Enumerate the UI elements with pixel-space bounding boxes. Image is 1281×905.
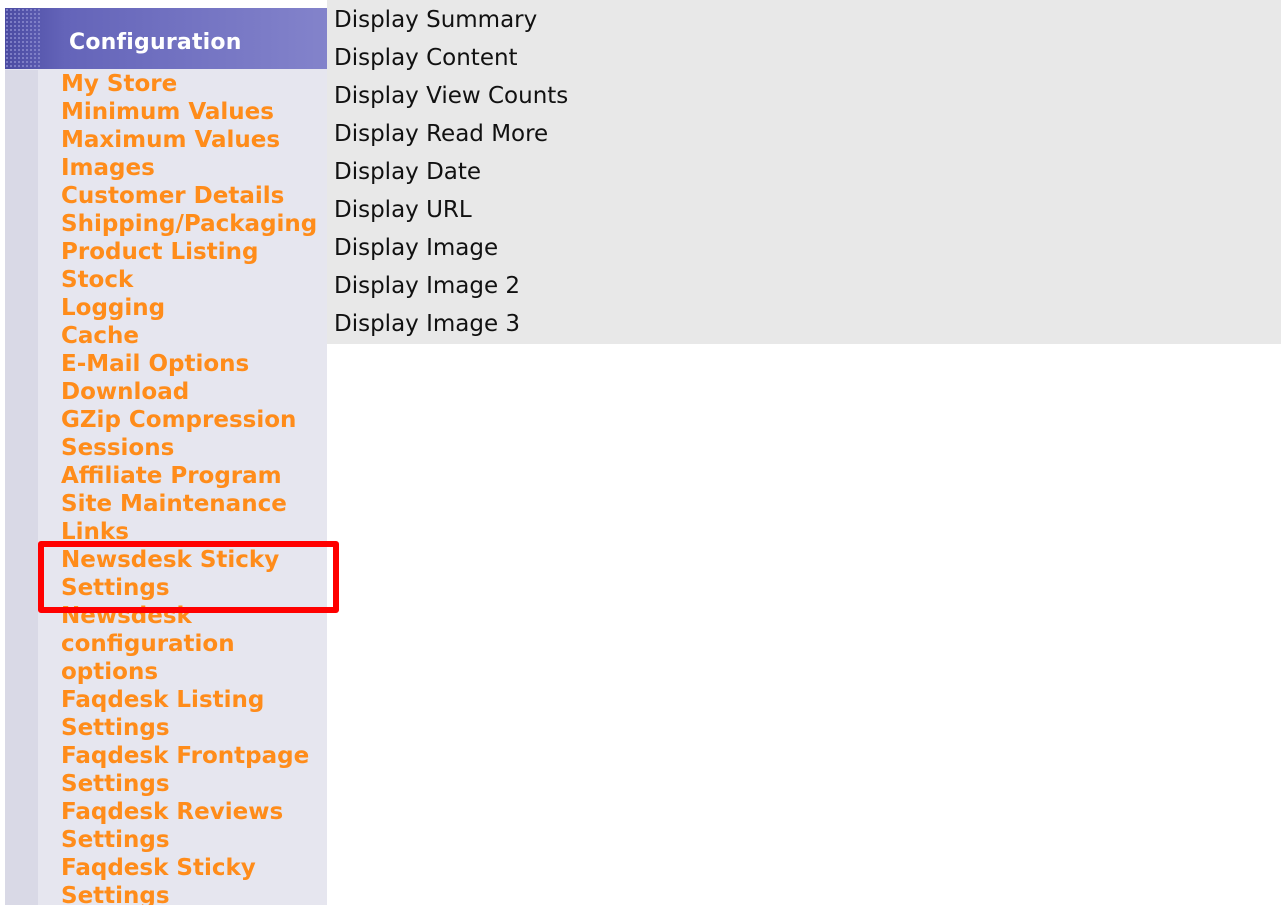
setting-display-read-more[interactable]: Display Read More (334, 115, 568, 153)
menu-item-newsdesk-configuration-options[interactable]: Newsdesk configuration options (61, 602, 331, 686)
menu-item-sessions[interactable]: Sessions (61, 434, 331, 462)
setting-display-date[interactable]: Display Date (334, 153, 568, 191)
sidebar-stripe (5, 70, 38, 905)
setting-display-url[interactable]: Display URL (334, 191, 568, 229)
configuration-menu: My Store Minimum Values Maximum Values I… (61, 70, 331, 905)
sidebar-title: Configuration (69, 30, 242, 55)
setting-display-summary[interactable]: Display Summary (334, 1, 568, 39)
menu-item-gzip-compression[interactable]: GZip Compression (61, 406, 331, 434)
setting-display-image-2[interactable]: Display Image 2 (334, 267, 568, 305)
menu-item-links[interactable]: Links (61, 518, 331, 546)
menu-item-faqdesk-frontpage-settings[interactable]: Faqdesk Frontpage Settings (61, 742, 331, 798)
menu-item-maximum-values[interactable]: Maximum Values (61, 126, 331, 154)
menu-item-images[interactable]: Images (61, 154, 331, 182)
sidebar-header: Configuration (5, 8, 327, 69)
menu-item-my-store[interactable]: My Store (61, 70, 331, 98)
menu-item-shipping-packaging[interactable]: Shipping/Packaging (61, 210, 331, 238)
menu-item-faqdesk-sticky-settings[interactable]: Faqdesk Sticky Settings (61, 854, 331, 905)
menu-item-newsdesk-sticky-settings[interactable]: Newsdesk Sticky Settings (61, 546, 331, 602)
menu-item-email-options[interactable]: E-Mail Options (61, 350, 331, 378)
menu-item-faqdesk-reviews-settings[interactable]: Faqdesk Reviews Settings (61, 798, 331, 854)
menu-item-faqdesk-listing-settings[interactable]: Faqdesk Listing Settings (61, 686, 331, 742)
menu-item-affiliate-program[interactable]: Affiliate Program (61, 462, 331, 490)
settings-list: Display Summary Display Content Display … (334, 1, 568, 343)
menu-item-site-maintenance[interactable]: Site Maintenance (61, 490, 331, 518)
menu-item-download[interactable]: Download (61, 378, 331, 406)
menu-item-stock[interactable]: Stock (61, 266, 331, 294)
settings-list-panel: Display Summary Display Content Display … (327, 0, 1281, 344)
setting-display-content[interactable]: Display Content (334, 39, 568, 77)
menu-item-minimum-values[interactable]: Minimum Values (61, 98, 331, 126)
menu-item-customer-details[interactable]: Customer Details (61, 182, 331, 210)
menu-item-logging[interactable]: Logging (61, 294, 331, 322)
header-pattern (5, 8, 41, 69)
admin-page: Configuration My Store Minimum Values Ma… (0, 0, 1281, 905)
menu-item-cache[interactable]: Cache (61, 322, 331, 350)
setting-display-view-counts[interactable]: Display View Counts (334, 77, 568, 115)
setting-display-image[interactable]: Display Image (334, 229, 568, 267)
menu-item-product-listing[interactable]: Product Listing (61, 238, 331, 266)
setting-display-image-3[interactable]: Display Image 3 (334, 305, 568, 343)
